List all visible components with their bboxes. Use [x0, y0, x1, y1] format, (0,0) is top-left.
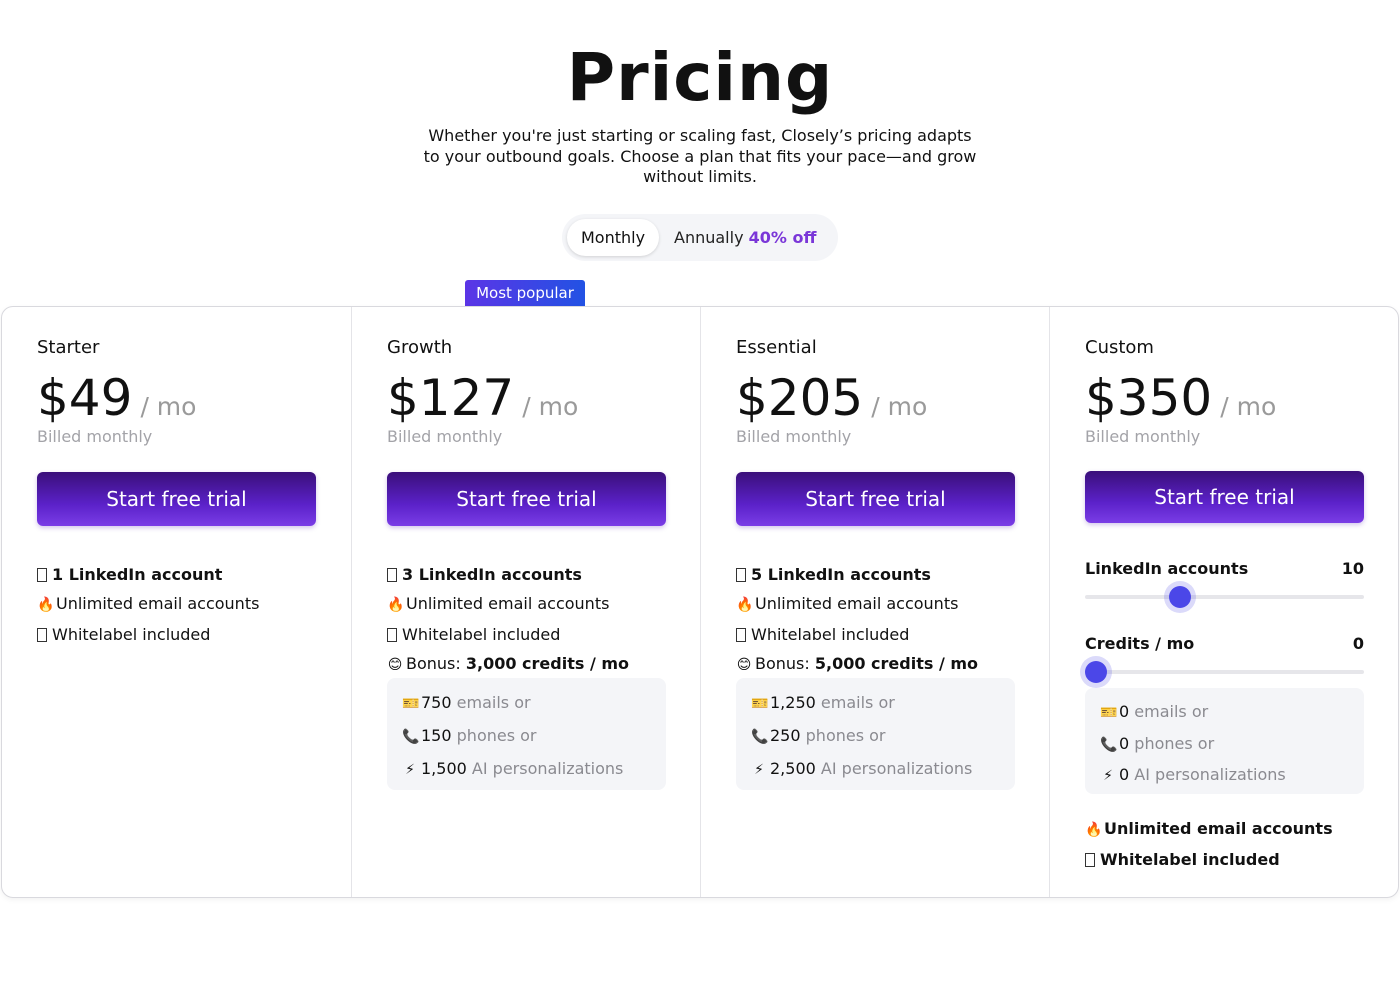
- billing-note: Billed monthly: [387, 427, 503, 446]
- linkedin-slider-track[interactable]: [1085, 586, 1364, 608]
- fire-icon: 🔥: [37, 597, 55, 613]
- feature-email: 🔥Unlimited email accounts: [736, 589, 1026, 620]
- lightning-icon: ⚡: [754, 762, 764, 778]
- linkedin-slider-thumb[interactable]: [1168, 586, 1191, 608]
- plan-price: $127/ mo: [387, 369, 578, 427]
- feature-list: 🔥Unlimited email accounts Whitelabel inc…: [1085, 814, 1385, 874]
- square-icon: [37, 568, 47, 582]
- page-title: Pricing: [566, 39, 834, 116]
- plan-name: Starter: [37, 337, 100, 358]
- phone-icon: 📞: [751, 729, 769, 745]
- square-icon: [736, 628, 746, 642]
- smile-icon: 😊: [736, 657, 752, 673]
- feature-bonus: 😊 Bonus: 5,000 credits / mo: [736, 649, 1026, 680]
- billing-note: Billed monthly: [37, 427, 153, 446]
- square-icon: [387, 568, 397, 582]
- credits-slider-thumb[interactable]: [1085, 661, 1107, 683]
- linkedin-slider-value: 10: [1341, 559, 1364, 578]
- plan-name: Growth: [387, 337, 453, 358]
- fire-icon: 🔥: [736, 597, 754, 613]
- credit-emails: 🎫750 emails or: [402, 687, 651, 720]
- credits-slider-track[interactable]: [1085, 661, 1364, 683]
- plan-card-essential: Essential $205/ mo Billed monthly Start …: [700, 307, 1049, 897]
- plan-price: $350/ mo: [1085, 369, 1276, 427]
- ticket-icon: 🎫: [751, 696, 769, 712]
- credits-breakdown: 🎫1,250 emails or 📞250 phones or ⚡ 2,500 A…: [736, 678, 1015, 790]
- most-popular-badge: Most popular: [465, 280, 585, 307]
- smile-icon: 😊: [387, 657, 403, 673]
- plan-card-starter: Starter $49/ mo Billed monthly Start fre…: [2, 307, 351, 897]
- feature-whitelabel: Whitelabel included: [37, 620, 327, 649]
- credit-emails: 🎫1,250 emails or: [751, 687, 1000, 720]
- feature-whitelabel: Whitelabel included: [387, 620, 677, 649]
- credit-phones: 📞250 phones or: [751, 720, 1000, 753]
- feature-bonus: 😊 Bonus: 3,000 credits / mo: [387, 649, 677, 680]
- feature-list: 5 LinkedIn accounts 🔥Unlimited email acc…: [736, 560, 1026, 680]
- linkedin-slider-label: LinkedIn accounts: [1085, 559, 1249, 578]
- annual-label: Annually: [674, 228, 744, 247]
- plan-price: $49/ mo: [37, 369, 196, 427]
- plan-name: Essential: [736, 337, 817, 358]
- ticket-icon: 🎫: [402, 696, 420, 712]
- start-trial-button[interactable]: Start free trial: [37, 472, 316, 526]
- ticket-icon: 🎫: [1100, 705, 1118, 721]
- price-amount: $49: [37, 369, 133, 427]
- lightning-icon: ⚡: [405, 762, 415, 778]
- billing-option-annually[interactable]: Annually 40% off: [674, 219, 816, 256]
- credits-breakdown: 🎫0 emails or 📞0 phones or ⚡ 0 AI personal…: [1085, 688, 1364, 794]
- credits-slider-value: 0: [1352, 634, 1364, 653]
- price-amount: $205: [736, 369, 864, 427]
- billing-toggle[interactable]: Monthly Annually 40% off: [562, 214, 838, 261]
- feature-whitelabel: Whitelabel included: [736, 620, 1026, 649]
- phone-icon: 📞: [402, 729, 420, 745]
- plan-name: Custom: [1085, 337, 1154, 358]
- feature-list: 1 LinkedIn account 🔥Unlimited email acco…: [37, 560, 327, 649]
- credit-ai: ⚡ 2,500 AI personalizations: [751, 753, 1000, 786]
- annual-discount-badge: 40% off: [748, 228, 817, 247]
- page-subtitle: Whether you're just starting or scaling …: [423, 126, 977, 186]
- price-amount: $127: [387, 369, 515, 427]
- fire-icon: 🔥: [387, 597, 405, 613]
- plan-card-custom: Custom $350/ mo Billed monthly Start fre…: [1049, 307, 1398, 897]
- price-period: / mo: [140, 392, 197, 421]
- plan-price: $205/ mo: [736, 369, 927, 427]
- pricing-cards: Starter $49/ mo Billed monthly Start fre…: [1, 306, 1399, 898]
- square-icon: [37, 628, 47, 642]
- billing-note: Billed monthly: [736, 427, 852, 446]
- start-trial-button[interactable]: Start free trial: [736, 472, 1015, 526]
- fire-icon: 🔥: [1085, 822, 1103, 838]
- credit-phones: 📞150 phones or: [402, 720, 651, 753]
- price-period: / mo: [522, 392, 579, 421]
- credit-phones: 📞0 phones or: [1100, 729, 1349, 761]
- billing-note: Billed monthly: [1085, 427, 1201, 446]
- feature-list: 3 LinkedIn accounts 🔥Unlimited email acc…: [387, 560, 677, 680]
- feature-email: 🔥Unlimited email accounts: [387, 589, 677, 620]
- square-icon: [387, 628, 397, 642]
- credits-slider-label: Credits / mo: [1085, 634, 1195, 653]
- price-period: / mo: [871, 392, 928, 421]
- feature-linkedin: 1 LinkedIn account: [37, 560, 327, 589]
- feature-email: 🔥Unlimited email accounts: [1085, 814, 1385, 845]
- start-trial-button[interactable]: Start free trial: [1085, 471, 1364, 523]
- credit-ai: ⚡ 0 AI personalizations: [1100, 760, 1349, 792]
- square-icon: [1085, 853, 1095, 867]
- start-trial-button[interactable]: Start free trial: [387, 472, 666, 526]
- credit-ai: ⚡ 1,500 AI personalizations: [402, 753, 651, 786]
- feature-linkedin: 5 LinkedIn accounts: [736, 560, 1026, 589]
- billing-option-monthly[interactable]: Monthly: [567, 219, 659, 256]
- credits-breakdown: 🎫750 emails or 📞150 phones or ⚡ 1,500 AI …: [387, 678, 666, 790]
- feature-whitelabel: Whitelabel included: [1085, 845, 1385, 874]
- plan-card-growth: Growth $127/ mo Billed monthly Start fre…: [351, 307, 700, 897]
- feature-linkedin: 3 LinkedIn accounts: [387, 560, 677, 589]
- phone-icon: 📞: [1100, 736, 1118, 753]
- feature-email: 🔥Unlimited email accounts: [37, 589, 327, 620]
- price-amount: $350: [1085, 369, 1213, 427]
- square-icon: [736, 568, 746, 582]
- price-period: / mo: [1220, 392, 1277, 421]
- lightning-icon: ⚡: [1103, 768, 1113, 784]
- credit-emails: 🎫0 emails or: [1100, 697, 1349, 729]
